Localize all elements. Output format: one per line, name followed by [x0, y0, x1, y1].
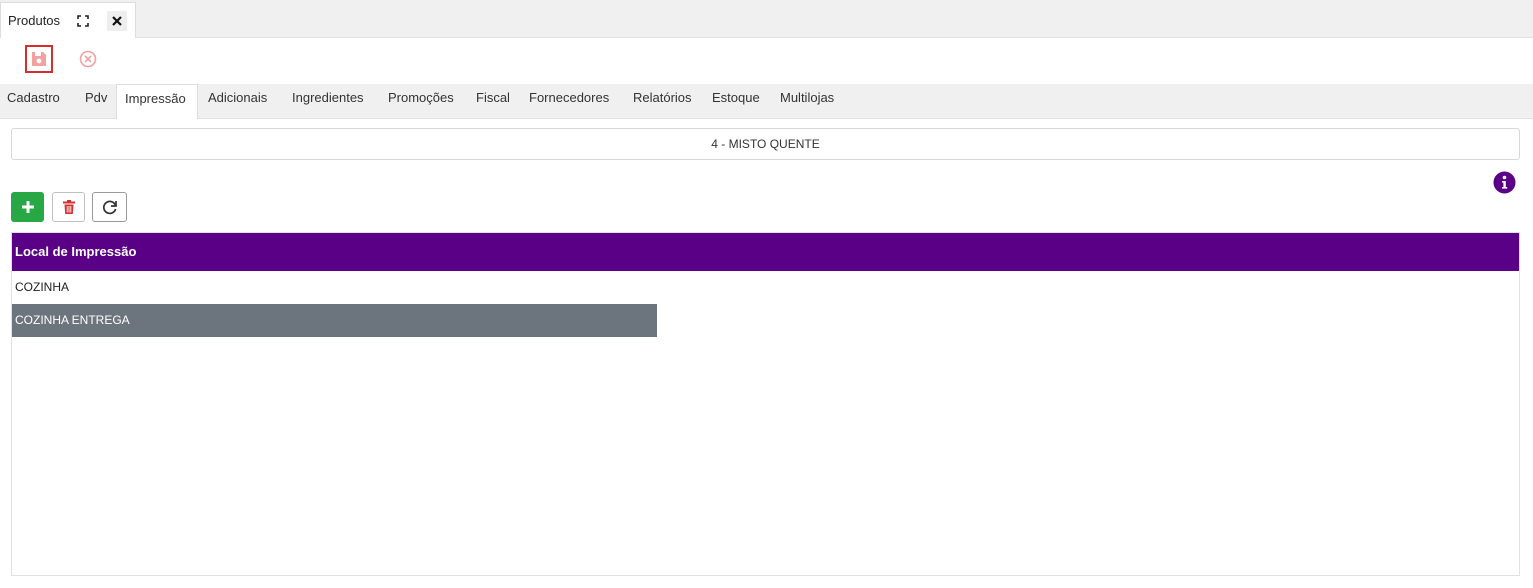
tab-relatorios[interactable]: Relatórios [633, 84, 692, 119]
table-row[interactable]: COZINHA [12, 271, 1519, 304]
tab-estoque[interactable]: Estoque [712, 84, 760, 119]
add-button[interactable] [11, 192, 44, 222]
close-icon[interactable] [107, 11, 127, 31]
product-title: 4 - MISTO QUENTE [11, 128, 1520, 160]
tab-promocoes[interactable]: Promoções [388, 84, 454, 119]
tab-adicionais[interactable]: Adicionais [208, 84, 267, 119]
tab-cadastro[interactable]: Cadastro [7, 84, 60, 119]
floppy-disk-icon [32, 52, 46, 66]
tab-fiscal[interactable]: Fiscal [476, 84, 510, 119]
print-location-grid: Local de Impressão COZINHA COZINHA ENTRE… [11, 232, 1520, 576]
tab-ingredientes[interactable]: Ingredientes [292, 84, 364, 119]
tab-multilojas[interactable]: Multilojas [780, 84, 834, 119]
section-tabs: Cadastro Pdv Impressão Adicionais Ingred… [0, 84, 1533, 119]
refresh-icon [102, 200, 117, 215]
refresh-button[interactable] [92, 192, 127, 222]
save-button[interactable] [25, 45, 53, 73]
table-row-selected[interactable]: COZINHA ENTREGA [12, 304, 657, 337]
maximize-icon[interactable] [73, 11, 93, 31]
tab-fornecedores[interactable]: Fornecedores [529, 84, 609, 119]
trash-icon [62, 200, 75, 214]
cancel-button[interactable] [77, 48, 99, 70]
info-icon[interactable] [1493, 171, 1516, 194]
delete-button[interactable] [52, 192, 85, 222]
grid-header-local-impressao[interactable]: Local de Impressão [12, 233, 1519, 271]
tab-pdv[interactable]: Pdv [85, 84, 107, 119]
tab-impressao[interactable]: Impressão [116, 84, 198, 119]
window-tab-produtos[interactable]: Produtos [0, 2, 136, 38]
window-tab-strip: Produtos [0, 0, 1533, 38]
cancel-circle-icon [79, 50, 97, 68]
window-tab-title: Produtos [8, 13, 61, 28]
plus-icon [21, 201, 34, 213]
